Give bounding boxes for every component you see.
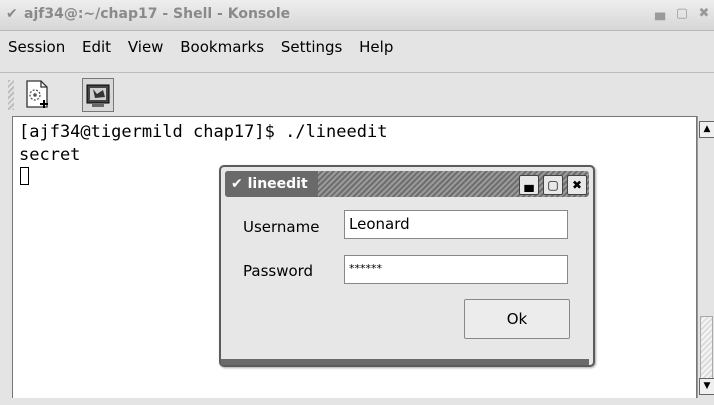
terminal-line: secret xyxy=(19,145,81,165)
ok-button[interactable]: Ok xyxy=(464,299,570,339)
toolbar-grip-icon[interactable] xyxy=(8,80,14,110)
dialog-title-text: lineedit xyxy=(247,176,308,192)
window-bottom-frame xyxy=(0,398,714,405)
terminal-line: [ajf34@tigermild chap17]$ ./lineedit xyxy=(19,122,388,142)
dialog-title: ✔ lineedit xyxy=(225,171,318,197)
username-field[interactable]: Leonard xyxy=(344,210,568,239)
dialog-menu-icon[interactable]: ✔ xyxy=(231,176,243,192)
maximize-icon[interactable]: ▢ xyxy=(674,6,690,22)
toolbar-separator xyxy=(0,72,714,73)
minimize-icon[interactable]: ▄ xyxy=(652,6,668,22)
username-label: Username xyxy=(243,218,320,236)
dialog-maximize-icon[interactable]: ▢ xyxy=(543,175,563,195)
menu-help[interactable]: Help xyxy=(359,38,393,56)
window-title: ajf34@:~/chap17 - Shell - Konsole xyxy=(24,6,291,22)
dialog-titlebar[interactable]: ✔ lineedit ▄ ▢ ✖ xyxy=(225,171,589,197)
scroll-down-icon[interactable]: ▼ xyxy=(699,378,714,395)
window-menu-icon[interactable]: ✔ xyxy=(6,7,20,21)
password-field[interactable]: ****** xyxy=(344,255,568,284)
window-titlebar[interactable]: ✔ ajf34@:~/chap17 - Shell - Konsole ▄ ▢ … xyxy=(0,0,714,31)
menu-edit[interactable]: Edit xyxy=(82,38,111,56)
toolbar xyxy=(0,74,714,116)
scrollbar-thumb[interactable] xyxy=(700,316,713,380)
terminal-icon[interactable] xyxy=(82,78,114,112)
menu-settings[interactable]: Settings xyxy=(281,38,343,56)
terminal-cursor xyxy=(20,167,29,185)
new-session-icon[interactable] xyxy=(22,78,52,110)
konsole-window: ✔ ajf34@:~/chap17 - Shell - Konsole ▄ ▢ … xyxy=(0,0,714,405)
dialog-close-icon[interactable]: ✖ xyxy=(567,175,587,195)
menubar: Session Edit View Bookmarks Settings Hel… xyxy=(8,38,405,68)
dialog-minimize-icon[interactable]: ▄ xyxy=(519,175,539,195)
lineedit-dialog: ✔ lineedit ▄ ▢ ✖ Username Leonard Passwo… xyxy=(219,165,595,367)
menu-view[interactable]: View xyxy=(128,38,164,56)
close-icon[interactable]: ✖ xyxy=(696,6,712,22)
dialog-bottom-frame xyxy=(221,359,589,365)
scroll-up-icon[interactable]: ▲ xyxy=(699,121,714,138)
password-label: Password xyxy=(243,262,314,280)
menu-session[interactable]: Session xyxy=(8,38,65,56)
menu-bookmarks[interactable]: Bookmarks xyxy=(180,38,264,56)
vertical-scrollbar[interactable]: ▲ ▼ xyxy=(697,116,714,400)
